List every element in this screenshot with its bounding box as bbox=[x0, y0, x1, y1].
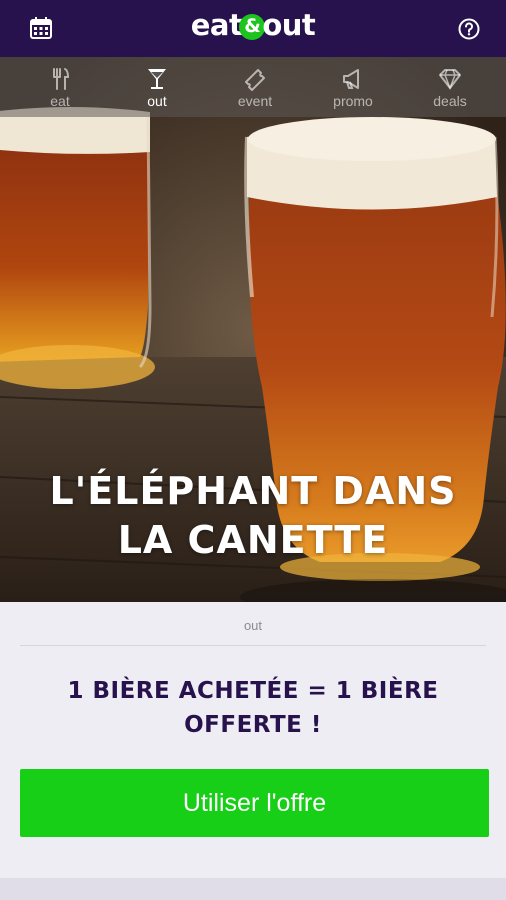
offer-line2: OFFERTE ! bbox=[184, 712, 322, 738]
tab-label: eat bbox=[50, 93, 70, 109]
divider bbox=[20, 645, 486, 646]
tab-promo[interactable]: promo bbox=[313, 57, 393, 117]
logo-text-eat: eat bbox=[190, 8, 243, 42]
venue-title: L'ÉLÉPHANT DANS LA CANETTE bbox=[0, 467, 506, 565]
tab-label: deals bbox=[433, 93, 467, 109]
tab-event[interactable]: event bbox=[215, 57, 295, 117]
bottom-strip bbox=[0, 878, 506, 900]
offer-line1: 1 BIÈRE ACHETÉE = 1 BIÈRE bbox=[67, 678, 439, 704]
app-logo[interactable]: eat &out bbox=[0, 8, 506, 42]
tab-eat[interactable]: eat bbox=[20, 57, 100, 117]
category-bar: eat out event promo deals bbox=[0, 57, 506, 117]
tab-label: promo bbox=[333, 93, 373, 109]
offer-category-label: out bbox=[243, 618, 263, 633]
fork-knife-icon bbox=[53, 68, 70, 90]
venue-title-line1: L'ÉLÉPHANT DANS bbox=[49, 469, 457, 513]
logo-text-out: out bbox=[262, 8, 316, 42]
use-offer-button[interactable]: Utiliser l'offre bbox=[20, 769, 489, 837]
tab-deals[interactable]: deals bbox=[410, 57, 490, 117]
offer-panel: out 1 BIÈRE ACHETÉE = 1 BIÈRE OFFERTE ! … bbox=[0, 602, 506, 878]
tab-label: out bbox=[147, 93, 167, 109]
venue-title-line2: LA CANETTE bbox=[117, 518, 389, 562]
tab-out[interactable]: out bbox=[117, 57, 197, 117]
top-bar: eat &out bbox=[0, 0, 506, 57]
megaphone-icon bbox=[343, 69, 359, 89]
offer-description: 1 BIÈRE ACHETÉE = 1 BIÈRE OFFERTE ! bbox=[30, 674, 476, 742]
help-circle-icon[interactable] bbox=[458, 18, 480, 40]
ticket-icon bbox=[245, 69, 265, 91]
cocktail-glass-icon bbox=[148, 69, 166, 89]
diamond-icon bbox=[439, 69, 461, 91]
tab-label: event bbox=[237, 93, 273, 109]
